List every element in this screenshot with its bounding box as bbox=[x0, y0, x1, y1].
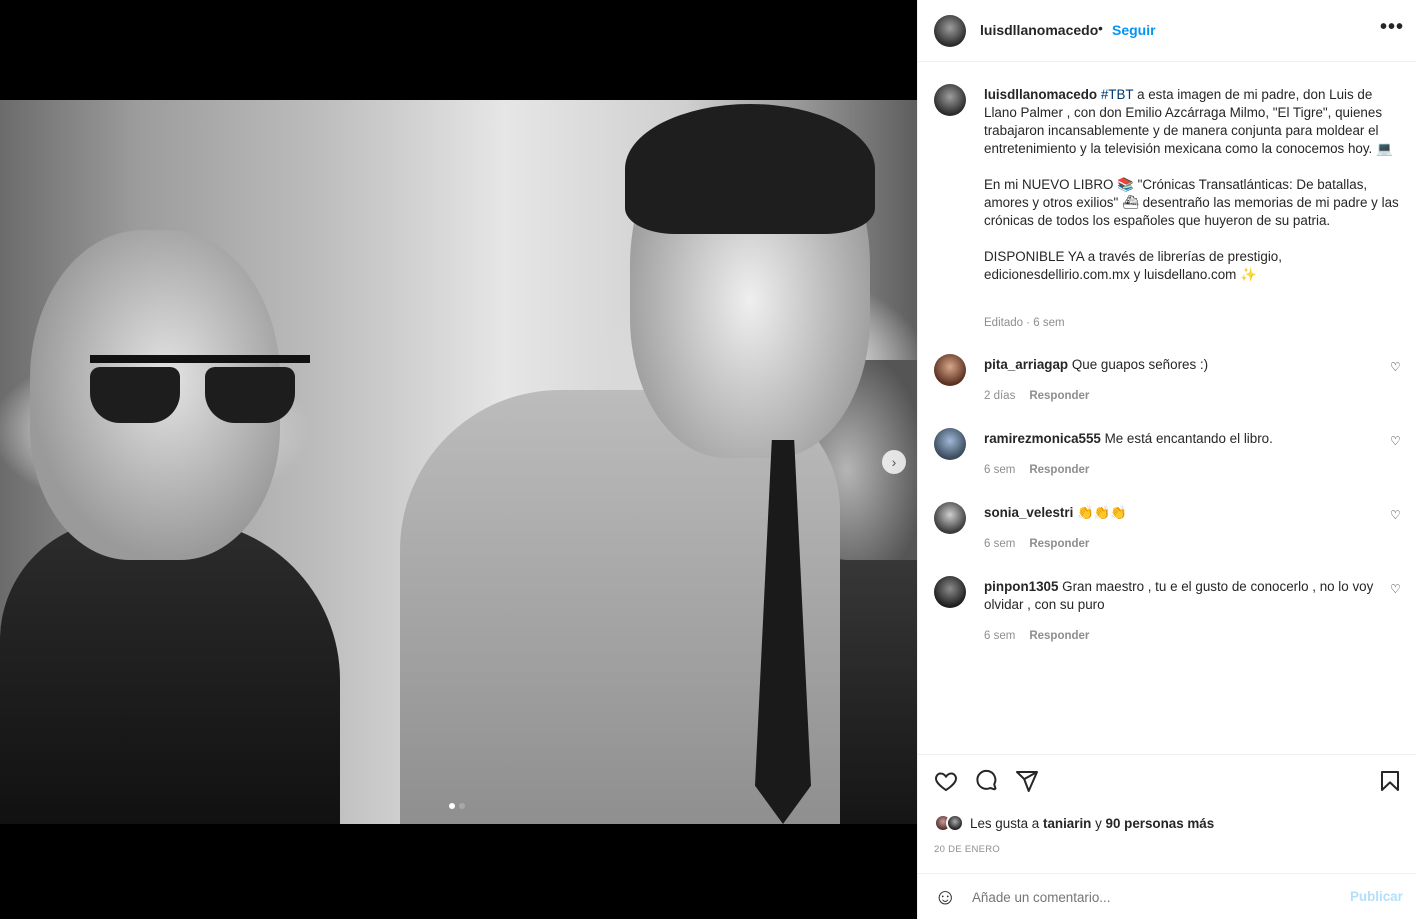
reply-button[interactable]: Responder bbox=[1029, 630, 1089, 642]
carousel-dot-active bbox=[449, 803, 455, 809]
commenter-avatar[interactable] bbox=[934, 502, 966, 534]
liker-avatar bbox=[946, 814, 964, 832]
chevron-right-icon[interactable]: › bbox=[882, 450, 906, 474]
likes-text: Les gusta a taniarin y 90 personas más bbox=[970, 816, 1214, 831]
comment-input[interactable] bbox=[972, 884, 1332, 910]
comment-time: 2 días bbox=[984, 390, 1016, 402]
photo-detail bbox=[90, 355, 310, 425]
caption-avatar[interactable] bbox=[934, 84, 966, 116]
caption-username[interactable]: luisdllanomacedo bbox=[984, 87, 1097, 102]
author-avatar[interactable] bbox=[934, 15, 966, 47]
heart-icon[interactable] bbox=[934, 769, 958, 798]
commenter-username[interactable]: ramirezmonica555 bbox=[984, 431, 1101, 446]
comment-time: 6 sem bbox=[984, 538, 1016, 550]
header-separator: • bbox=[1098, 20, 1103, 36]
comment-body: 👏👏👏 bbox=[1077, 505, 1128, 520]
carousel-dots bbox=[449, 803, 465, 809]
reply-button[interactable]: Responder bbox=[1029, 390, 1089, 402]
post-date: 20 DE ENERO bbox=[934, 844, 1001, 855]
caption-hashtag[interactable]: #TBT bbox=[1101, 87, 1134, 102]
comment-text: pinpon1305 Gran maestro , tu e el gusto … bbox=[984, 578, 1374, 614]
photo-detail bbox=[0, 520, 340, 824]
likes-prefix: Les gusta a bbox=[970, 815, 1040, 831]
likes-conjunction: y bbox=[1095, 815, 1102, 831]
commenter-avatar[interactable] bbox=[934, 576, 966, 608]
post-sidebar: luisdllanomacedo • Seguir ••• luisdllano… bbox=[917, 0, 1416, 919]
reply-button[interactable]: Responder bbox=[1029, 464, 1089, 476]
follow-button[interactable]: Seguir bbox=[1112, 22, 1156, 38]
commenter-username[interactable]: sonia_velestri bbox=[984, 505, 1073, 520]
caption-paragraph-2: En mi NUEVO LIBRO 📚 "Crónicas Transatlán… bbox=[984, 177, 1399, 228]
comment-text: ramirezmonica555 Me está encantando el l… bbox=[984, 430, 1374, 448]
caption-meta: Editado · 6 sem bbox=[984, 317, 1065, 329]
post-actions: Les gusta a taniarin y 90 personas más 2… bbox=[918, 754, 1416, 919]
caption-paragraph-3: DISPONIBLE YA a través de librerías de p… bbox=[984, 249, 1282, 282]
comment-text: pita_arriagap Que guapos señores :) bbox=[984, 356, 1374, 374]
post-photo[interactable] bbox=[0, 100, 917, 824]
add-comment-bar: ☺ Publicar bbox=[918, 873, 1416, 920]
comment-meta: 6 sem Responder bbox=[984, 464, 1089, 476]
author-username[interactable]: luisdllanomacedo bbox=[980, 22, 1098, 38]
comment-time: 6 sem bbox=[984, 464, 1016, 476]
publish-button[interactable]: Publicar bbox=[1350, 889, 1403, 904]
comment-text: sonia_velestri 👏👏👏 bbox=[984, 504, 1374, 522]
commenter-username[interactable]: pita_arriagap bbox=[984, 357, 1068, 372]
post-header: luisdllanomacedo • Seguir ••• bbox=[918, 0, 1416, 62]
commenter-avatar[interactable] bbox=[934, 428, 966, 460]
reply-button[interactable]: Responder bbox=[1029, 538, 1089, 550]
heart-icon[interactable]: ♡ bbox=[1390, 434, 1401, 448]
more-dots-icon[interactable]: ••• bbox=[1380, 16, 1404, 39]
comment-bubble-icon[interactable] bbox=[975, 769, 999, 798]
liker-username[interactable]: taniarin bbox=[1043, 816, 1091, 831]
next-slide-glyph: › bbox=[891, 454, 897, 470]
comment-time: 6 sem bbox=[984, 630, 1016, 642]
comment-body: Que guapos señores :) bbox=[1071, 357, 1209, 372]
commenter-avatar[interactable] bbox=[934, 354, 966, 386]
comment-meta: 6 sem Responder bbox=[984, 630, 1089, 642]
heart-icon[interactable]: ♡ bbox=[1390, 508, 1401, 522]
likes-summary: Les gusta a taniarin y 90 personas más bbox=[934, 811, 1214, 835]
commenter-username[interactable]: pinpon1305 bbox=[984, 579, 1058, 594]
bookmark-icon[interactable] bbox=[1378, 769, 1402, 798]
heart-icon[interactable]: ♡ bbox=[1390, 360, 1401, 374]
comment-meta: 2 días Responder bbox=[984, 390, 1089, 402]
photo-detail bbox=[625, 104, 875, 234]
post-modal: › luisdllanomacedo • Seguir ••• luisdlla… bbox=[0, 0, 1416, 919]
heart-icon[interactable]: ♡ bbox=[1390, 582, 1401, 596]
paper-plane-icon[interactable] bbox=[1015, 769, 1039, 798]
caption-text: luisdllanomacedo #TBT a esta imagen de m… bbox=[984, 86, 1404, 284]
likes-others-link[interactable]: 90 personas más bbox=[1106, 816, 1215, 831]
comment-body: Me está encantando el libro. bbox=[1104, 431, 1273, 446]
comment-meta: 6 sem Responder bbox=[984, 538, 1089, 550]
emoji-smile-icon[interactable]: ☺ bbox=[934, 886, 956, 908]
post-media: › bbox=[0, 0, 917, 919]
carousel-dot bbox=[459, 803, 465, 809]
